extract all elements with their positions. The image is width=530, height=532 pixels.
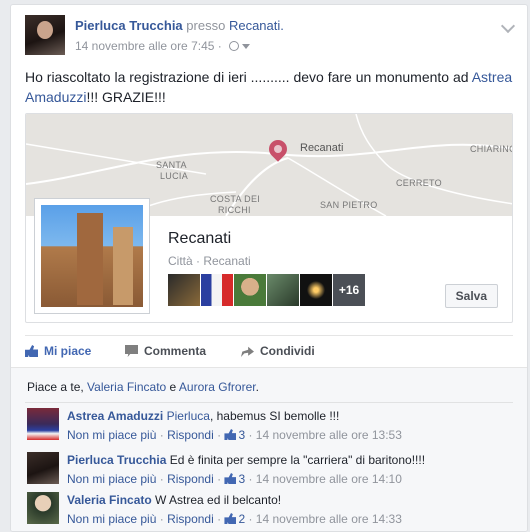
map-label-costa: COSTA DEI (210, 194, 261, 204)
comment-label: Commenta (144, 344, 207, 358)
map-label-santa: SANTA (156, 160, 187, 170)
post-actions: Mi piace Commenta Condividi (25, 335, 513, 365)
commenter-name[interactable]: Pierluca Trucchia (67, 453, 166, 467)
comment-time[interactable]: 14 novembre alle ore 13:53 (256, 428, 402, 442)
like-count-icon (224, 429, 237, 440)
comments-section: Piace a te, Valeria Fincato e Aurora Gfr… (11, 367, 527, 531)
comment-text: Ed è finita per sempre la "carriera" di … (169, 453, 426, 467)
map-label-chiarino: CHIARINO (470, 144, 513, 154)
like-label: Mi piace (44, 344, 92, 358)
comment-item: Pierluca Trucchia Ed è finita per sempre… (27, 452, 517, 492)
reply-link[interactable]: Rispondi (167, 472, 214, 486)
commenter-name[interactable]: Valeria Fincato (67, 493, 152, 507)
comment-item: Astrea Amaduzzi Pierluca, habemus SI bem… (27, 408, 517, 448)
place-subtitle: Città · Recanati (168, 254, 251, 268)
map-label-ricchi: RICCHI (218, 205, 251, 215)
like-button[interactable]: Mi piace (25, 344, 91, 358)
place-name[interactable]: Recanati (168, 230, 231, 248)
divider (25, 402, 513, 403)
comment-icon (125, 345, 138, 357)
map-label-san-pietro: SAN PIETRO (320, 200, 378, 210)
like-count-icon (224, 473, 237, 484)
save-button[interactable]: Salva (444, 284, 498, 308)
likes-summary: Piace a te, Valeria Fincato e Aurora Gfr… (27, 380, 259, 394)
place-link[interactable]: Recanati. (229, 18, 284, 33)
like-count[interactable]: 3 (238, 472, 245, 486)
tower-photo (41, 205, 143, 307)
comment-mention[interactable]: Pierluca (167, 409, 210, 423)
author-avatar[interactable] (25, 15, 65, 55)
chevron-down-icon[interactable] (500, 18, 516, 34)
comment-button[interactable]: Commenta (125, 344, 206, 358)
liker-link[interactable]: Aurora Gfrorer (179, 380, 256, 394)
post-body: Ho riascoltato la registrazione di ieri … (25, 67, 515, 107)
post-card: Pierluca Trucchia presso Recanati. 14 no… (10, 4, 528, 532)
comment-item: Valeria Fincato W Astrea ed il belcanto!… (27, 492, 517, 531)
place-photo[interactable] (34, 198, 150, 314)
commenter-avatar[interactable] (27, 492, 59, 524)
map-label-cerreto: CERRETO (396, 178, 442, 188)
commenter-avatar[interactable] (27, 408, 59, 440)
visitor-avatar[interactable] (234, 274, 266, 306)
post-text-after: !!! GRAZIE!!! (86, 89, 166, 105)
place-attachment[interactable]: SANTA LUCIA COSTA DEI RICCHI SAN PIETRO … (25, 113, 513, 323)
unlike-link[interactable]: Non mi piace più (67, 428, 156, 442)
reply-link[interactable]: Rispondi (167, 428, 214, 442)
map-label-lucia: LUCIA (160, 171, 189, 181)
post-text-before: Ho riascoltato la registrazione di ieri … (25, 69, 472, 85)
liker-link[interactable]: Valeria Fincato (87, 380, 166, 394)
presso-text: presso (186, 18, 226, 33)
visitor-avatar[interactable] (201, 274, 233, 306)
like-count-icon (224, 513, 237, 524)
author-name-link[interactable]: Pierluca Trucchia (75, 18, 183, 33)
like-count[interactable]: 3 (238, 428, 245, 442)
comment-text: W Astrea ed il belcanto! (155, 493, 282, 507)
share-icon (241, 346, 254, 357)
visitor-faces: +16 (168, 274, 365, 306)
visitor-avatar[interactable] (300, 274, 332, 306)
post-timestamp[interactable]: 14 novembre alle ore 7:45 · (75, 39, 222, 53)
comment-time[interactable]: 14 novembre alle ore 14:33 (256, 512, 402, 526)
post-header: Pierluca Trucchia presso Recanati. 14 no… (25, 15, 517, 57)
comment-text: , habemus SI bemolle !!! (209, 409, 340, 423)
caret-down-icon[interactable] (242, 44, 251, 49)
visitor-avatar[interactable] (267, 274, 299, 306)
commenter-name[interactable]: Astrea Amaduzzi (67, 409, 163, 423)
like-icon (25, 345, 38, 357)
unlike-link[interactable]: Non mi piace più (67, 512, 156, 526)
unlike-link[interactable]: Non mi piace più (67, 472, 156, 486)
more-visitors-badge[interactable]: +16 (333, 274, 365, 306)
globe-icon[interactable] (229, 41, 240, 51)
map-city-label: Recanati (300, 142, 344, 154)
visitor-avatar[interactable] (168, 274, 200, 306)
commenter-avatar[interactable] (27, 452, 59, 484)
post-meta: 14 novembre alle ore 7:45 · (75, 39, 251, 53)
header-title: Pierluca Trucchia presso Recanati. (75, 18, 284, 33)
share-label: Condividi (260, 344, 315, 358)
comment-time[interactable]: 14 novembre alle ore 14:10 (256, 472, 402, 486)
reply-link[interactable]: Rispondi (167, 512, 214, 526)
share-button[interactable]: Condividi (241, 344, 315, 358)
like-count[interactable]: 2 (238, 512, 245, 526)
